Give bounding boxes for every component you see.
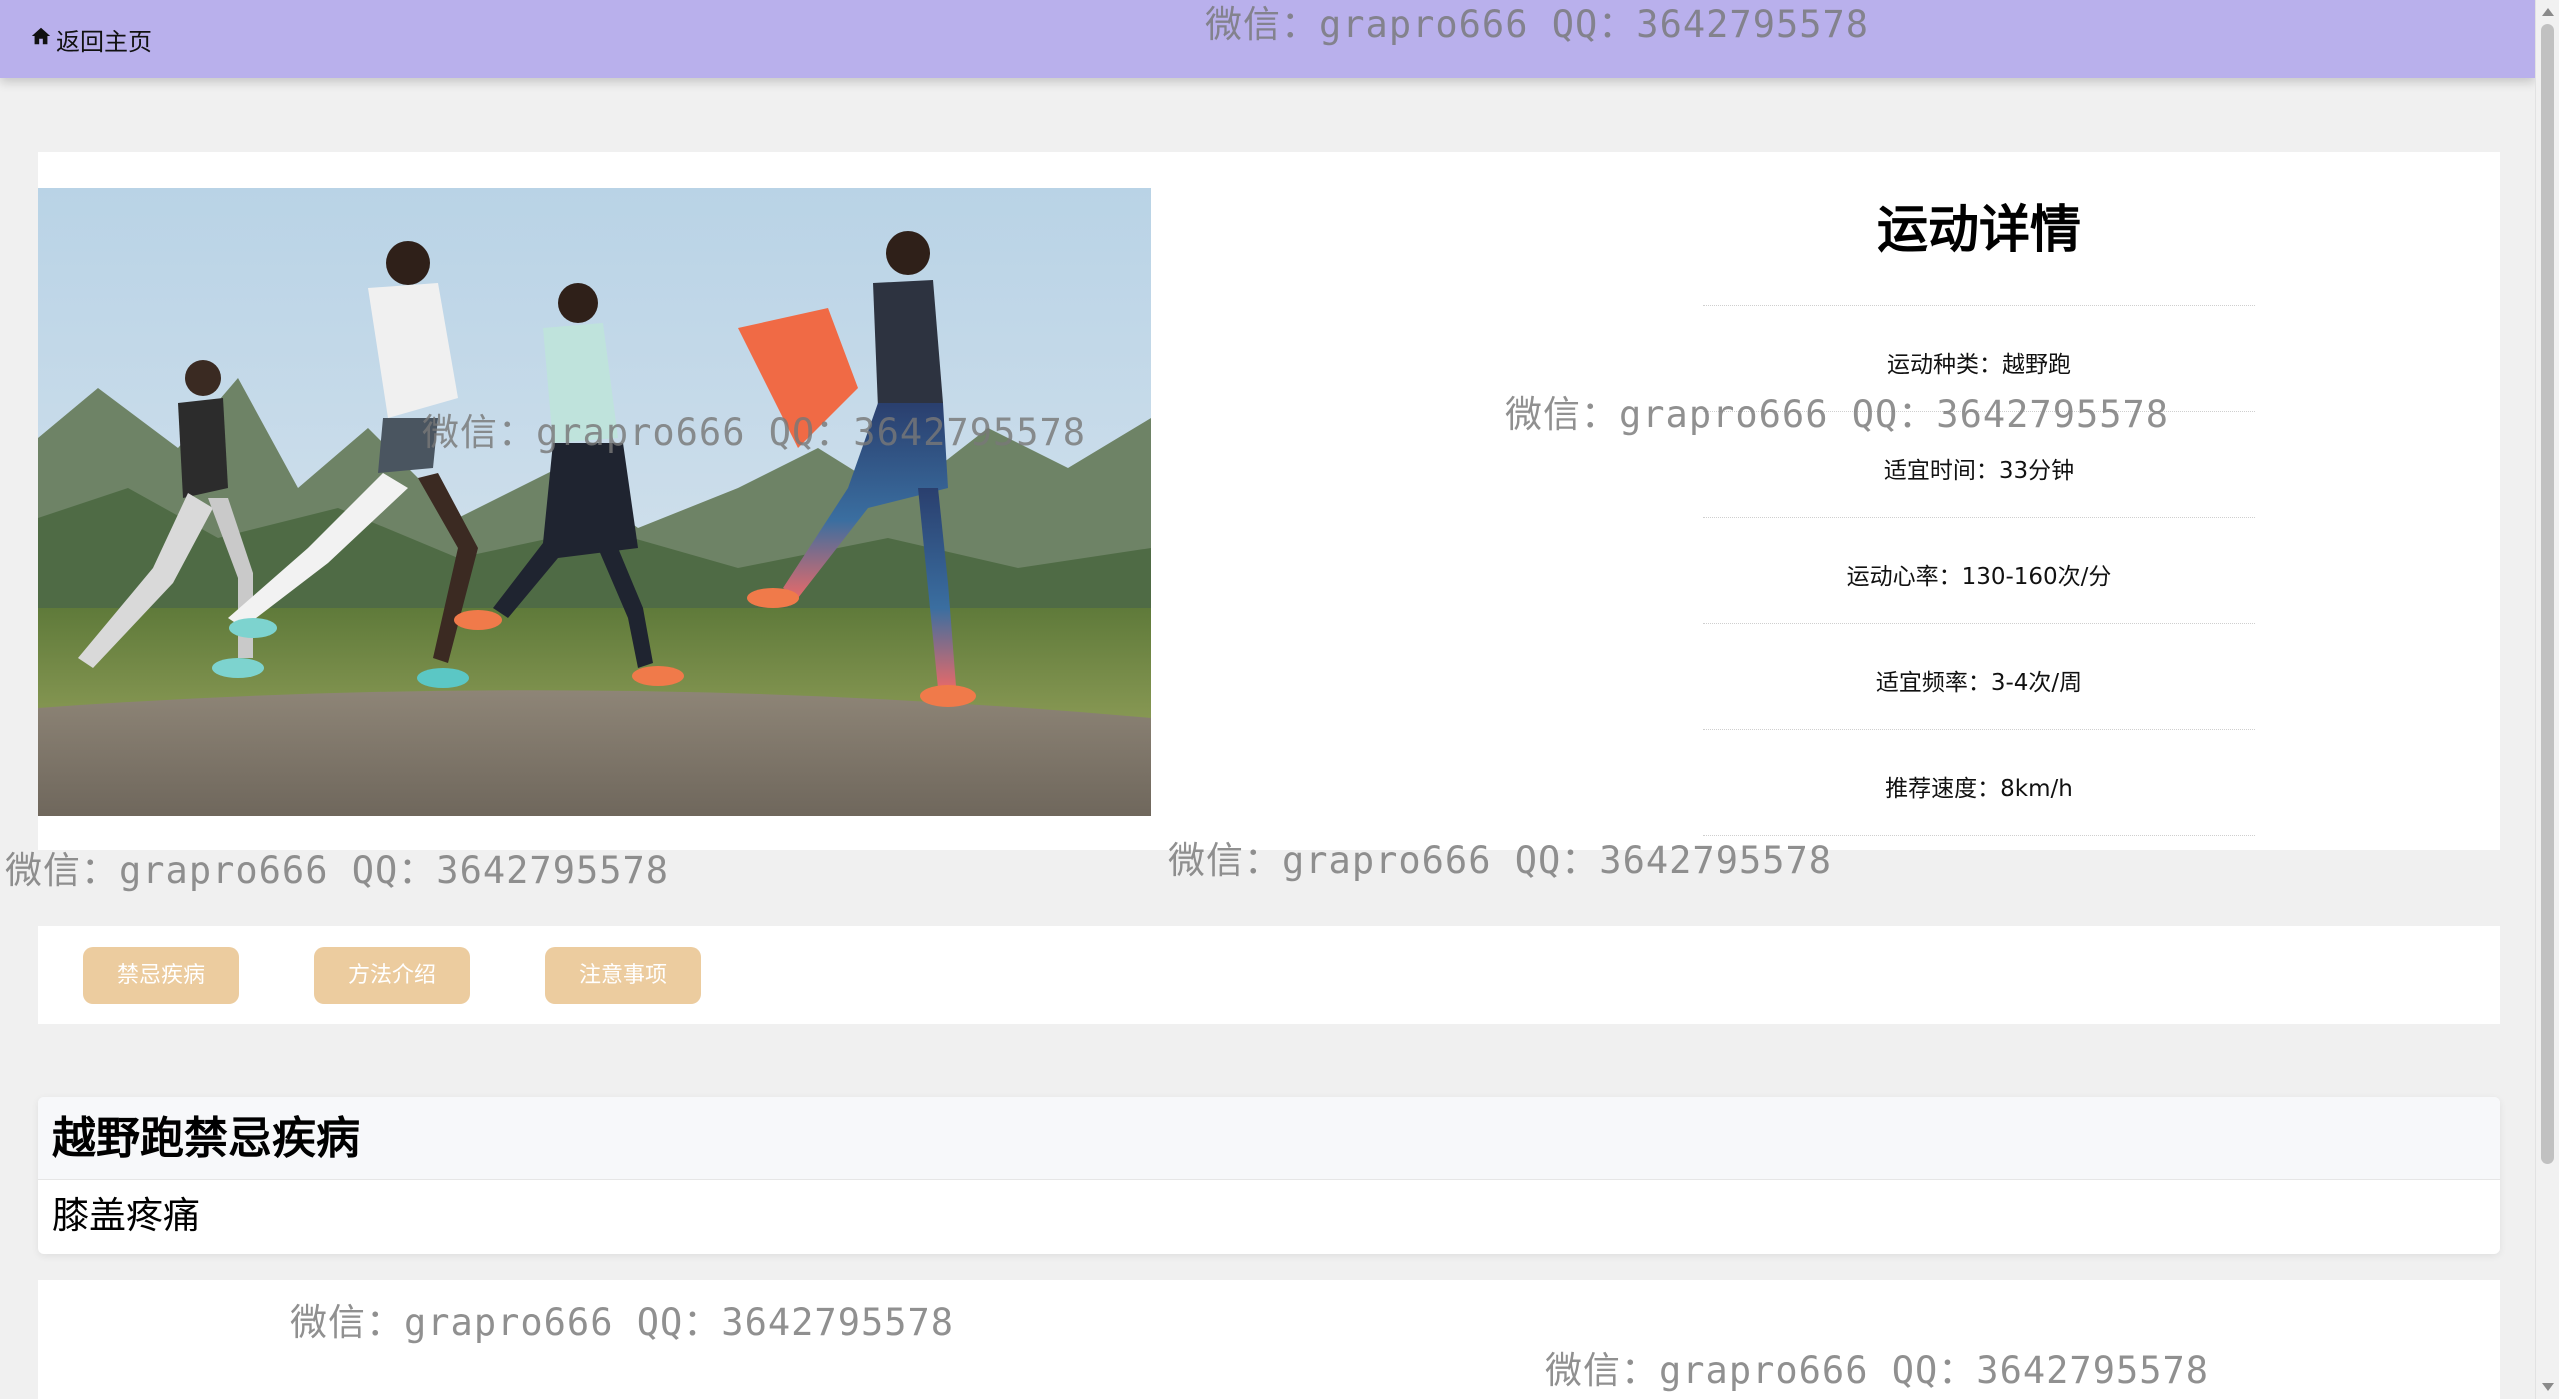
content-heading: 越野跑禁忌疾病: [38, 1097, 2500, 1180]
tab-contraindications[interactable]: 禁忌疾病: [83, 947, 239, 1004]
page-scrollbar[interactable]: [2535, 0, 2559, 1399]
back-home-link[interactable]: 返回主页: [30, 22, 152, 56]
scroll-thumb[interactable]: [2541, 24, 2554, 1164]
top-nav-bar: 返回主页: [0, 0, 2535, 78]
back-home-label: 返回主页: [56, 28, 152, 56]
exercise-type: 运动种类：越野跑: [1703, 306, 2255, 412]
scroll-down-arrow-icon[interactable]: [2542, 1383, 2554, 1391]
scroll-up-arrow-icon[interactable]: [2542, 8, 2554, 16]
suitable-duration: 适宜时间：33分钟: [1703, 412, 2255, 518]
heart-rate: 运动心率：130-160次/分: [1703, 518, 2255, 624]
recommended-speed: 推荐速度：8km/h: [1703, 730, 2255, 836]
content-body: 膝盖疼痛: [52, 1194, 200, 1237]
tab-method-intro[interactable]: 方法介绍: [314, 947, 470, 1004]
home-icon: [30, 25, 52, 54]
exercise-info: 运动详情 运动种类：越野跑 适宜时间：33分钟 运动心率：130-160次/分 …: [1703, 188, 2255, 836]
detail-title: 运动详情: [1703, 188, 2255, 306]
suitable-frequency: 适宜频率：3-4次/周: [1703, 624, 2255, 730]
tab-precautions[interactable]: 注意事项: [545, 947, 701, 1004]
exercise-detail-panel: 运动详情 运动种类：越野跑 适宜时间：33分钟 运动心率：130-160次/分 …: [38, 152, 2500, 850]
content-card: 越野跑禁忌疾病 膝盖疼痛: [38, 1097, 2500, 1254]
exercise-image: [38, 188, 1151, 816]
tab-bar: 禁忌疾病 方法介绍 注意事项: [38, 926, 2500, 1024]
bottom-blank-area: [38, 1280, 2500, 1399]
